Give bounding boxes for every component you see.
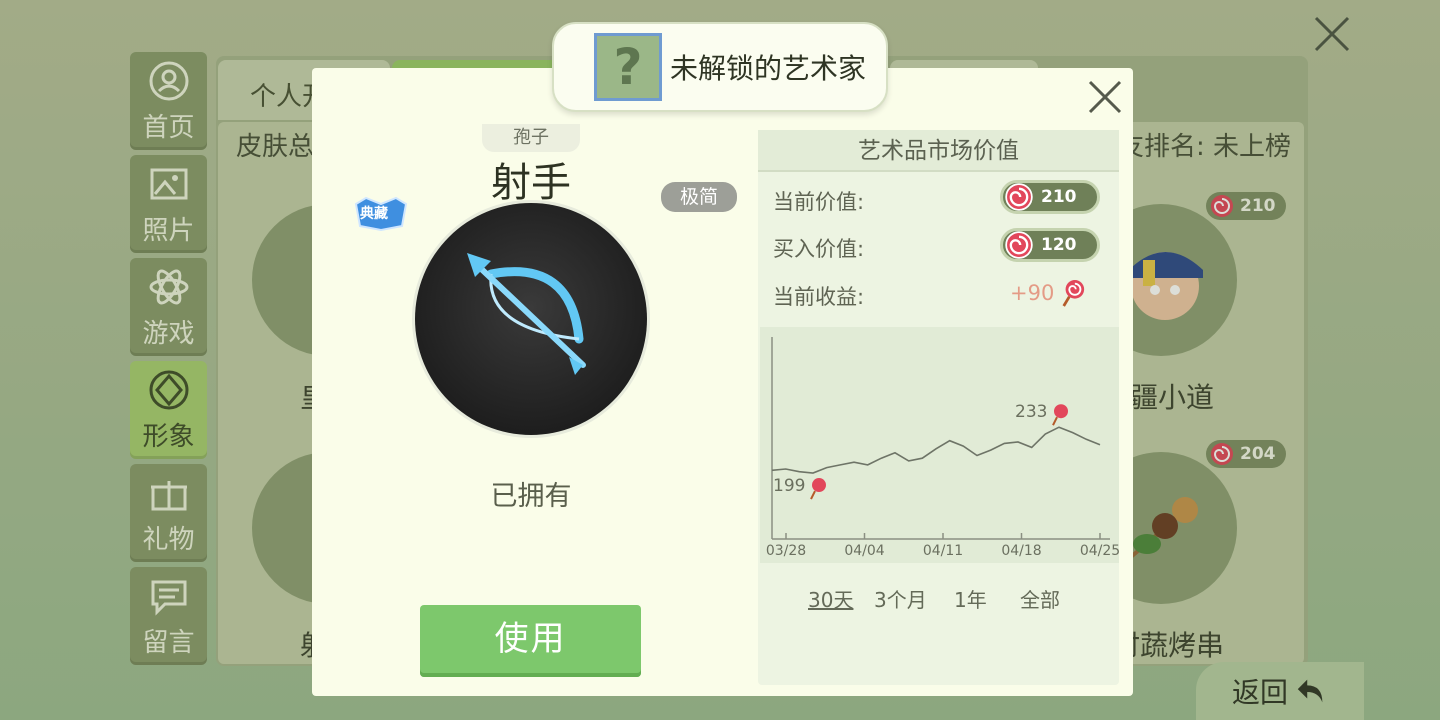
data-label-candy-icon bbox=[1054, 404, 1068, 419]
modal-title: 未解锁的艺术家 bbox=[670, 52, 867, 85]
current-value-label: 当前价值: bbox=[773, 190, 865, 214]
modal-close-button[interactable] bbox=[1084, 76, 1126, 118]
use-button[interactable]: 使用 bbox=[420, 605, 641, 677]
x-tick-label: 04/04 bbox=[844, 543, 884, 559]
current-value: 210 bbox=[1041, 187, 1077, 207]
data-label: 199 bbox=[773, 476, 805, 496]
series-line bbox=[771, 426, 1101, 474]
data-label-candy-icon bbox=[812, 478, 826, 493]
buy-value-label: 买入价值: bbox=[773, 237, 865, 261]
range-30d[interactable]: 30天 bbox=[808, 584, 853, 613]
owned-status: 已拥有 bbox=[490, 481, 572, 512]
current-value-pill: 210 bbox=[1000, 180, 1100, 214]
skin-name: 射手 bbox=[491, 160, 571, 206]
range-all[interactable]: 全部 bbox=[1020, 584, 1060, 613]
style-badge: 极简 bbox=[661, 182, 737, 212]
profit-value-group: +90 bbox=[1010, 278, 1086, 308]
buy-value-pill: 120 bbox=[1000, 228, 1100, 262]
category-tag: 孢子 bbox=[482, 124, 580, 152]
lollipop-icon bbox=[1062, 280, 1085, 307]
x-tick-label: 03/28 bbox=[766, 543, 806, 559]
locked-artist-icon: ? bbox=[594, 33, 662, 101]
price-chart: 03/28 04/04 04/11 04/18 04/25 199 233 bbox=[760, 327, 1119, 563]
classic-badge-label: 典藏 bbox=[360, 206, 388, 222]
profit-value: +90 bbox=[1010, 281, 1055, 305]
skin-preview bbox=[415, 203, 647, 435]
x-tick-label: 04/18 bbox=[1001, 543, 1041, 559]
close-icon bbox=[1088, 80, 1122, 114]
question-mark: ? bbox=[613, 38, 643, 96]
buy-value: 120 bbox=[1041, 235, 1077, 255]
market-header: 艺术品市场价值 bbox=[758, 130, 1119, 172]
modal-title-banner: ? 未解锁的艺术家 bbox=[552, 22, 888, 112]
data-label-candy-stick bbox=[1052, 416, 1058, 426]
x-tick-label: 04/25 bbox=[1080, 543, 1119, 559]
range-1y[interactable]: 1年 bbox=[954, 584, 987, 613]
range-3m[interactable]: 3个月 bbox=[874, 584, 927, 613]
profit-label: 当前收益: bbox=[773, 285, 865, 309]
price-chart-svg: 03/28 04/04 04/11 04/18 04/25 199 233 bbox=[766, 337, 1119, 559]
data-label: 233 bbox=[1015, 402, 1047, 422]
bow-arrow-icon bbox=[467, 253, 586, 375]
x-tick-label: 04/11 bbox=[923, 543, 963, 559]
candy-icon bbox=[1005, 231, 1033, 259]
candy-icon bbox=[1005, 183, 1033, 211]
data-label-candy-stick bbox=[810, 490, 816, 500]
classic-badge: 典藏 bbox=[352, 196, 410, 232]
